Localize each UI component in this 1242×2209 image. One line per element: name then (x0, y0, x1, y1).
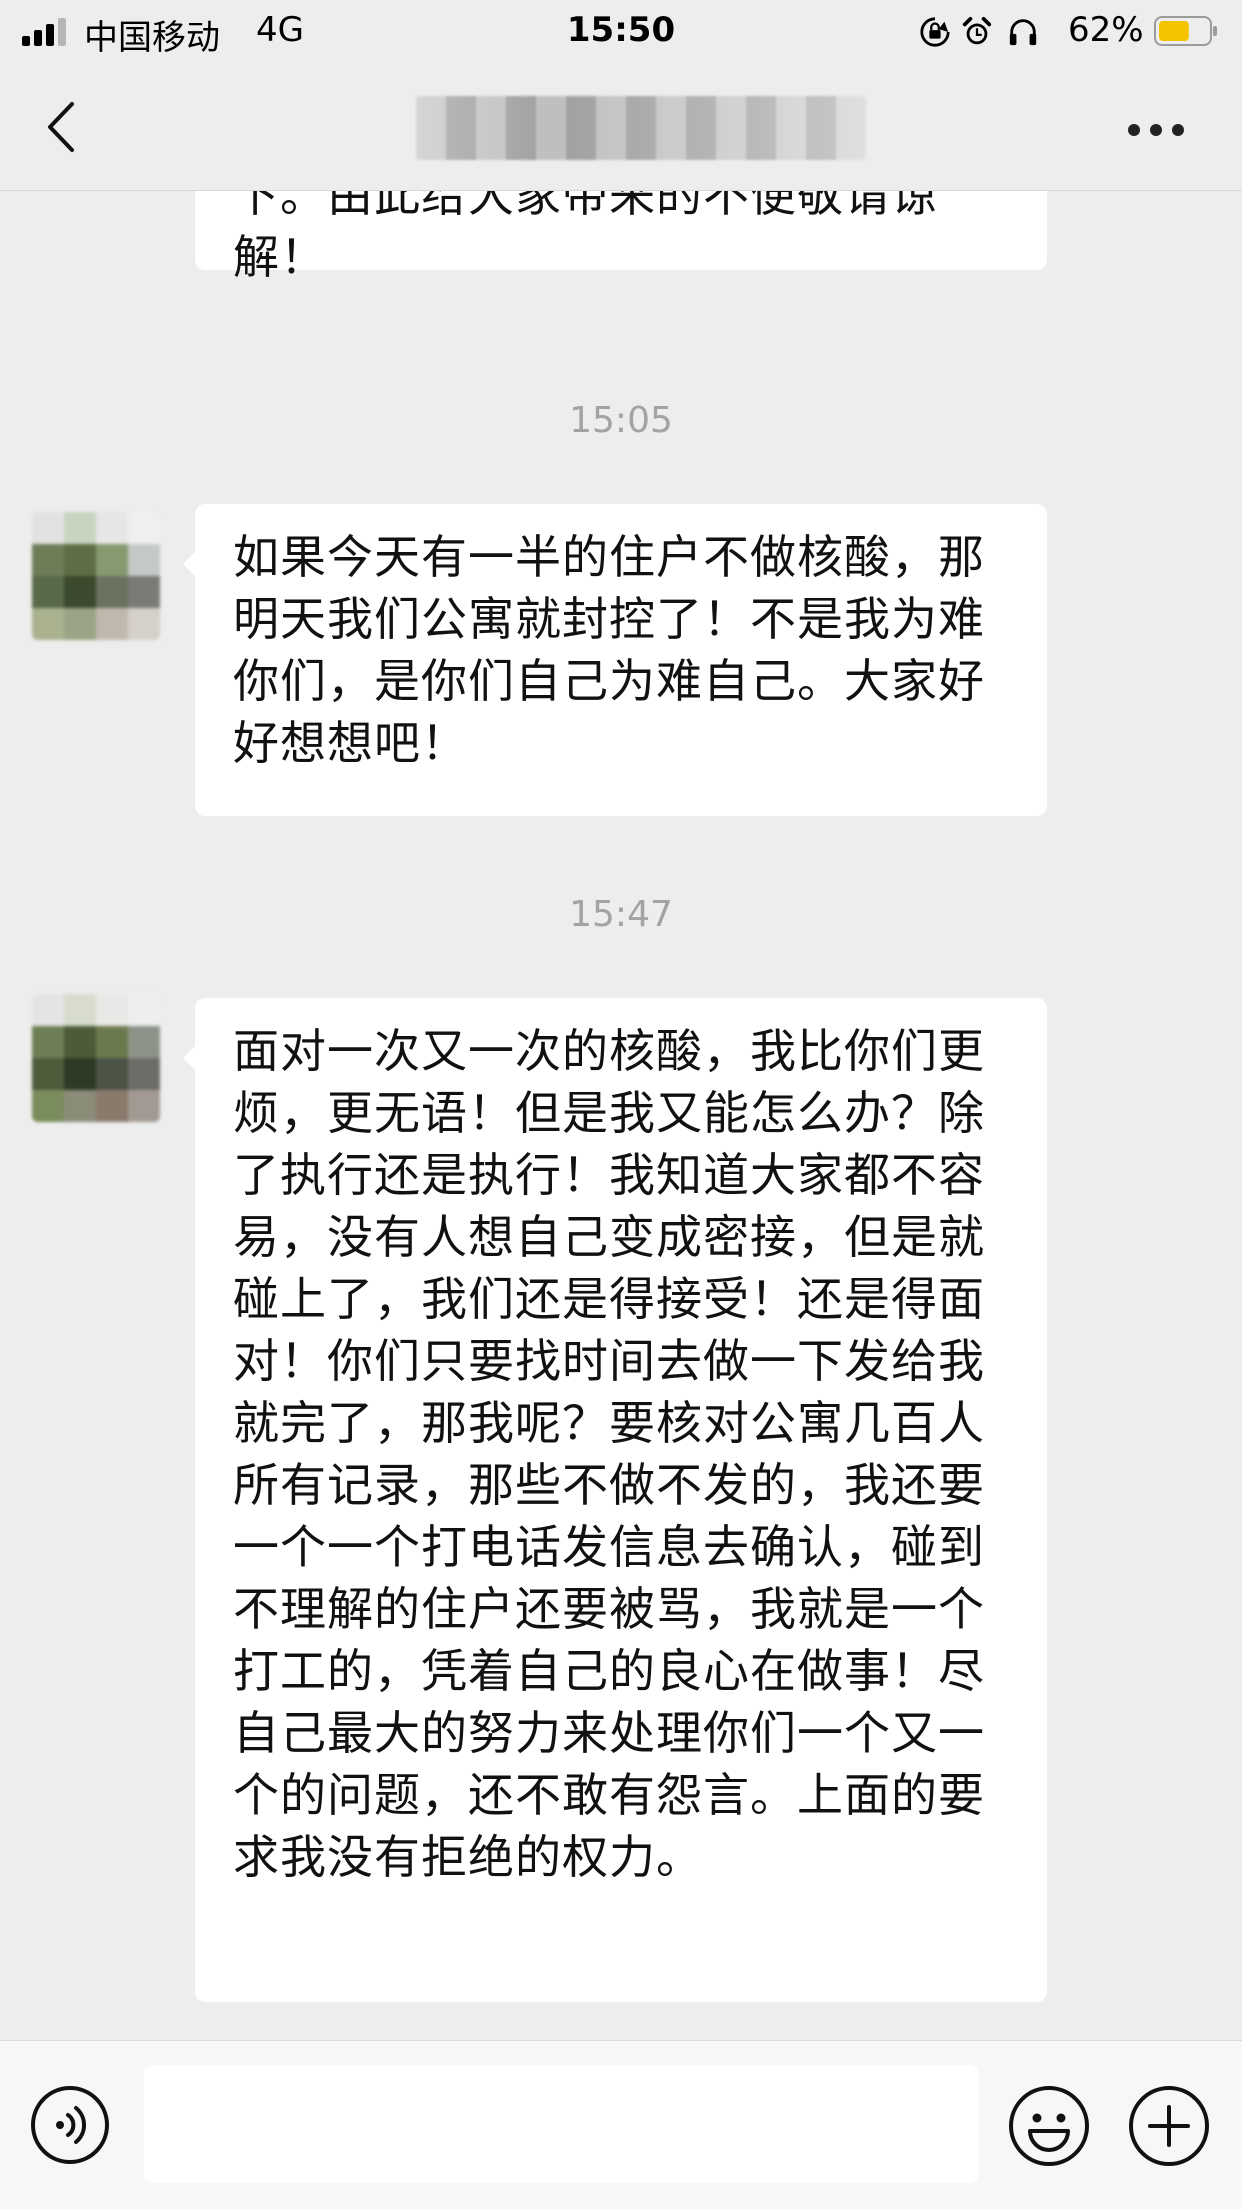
message-list[interactable]: 下。由此给大家带来的不便敬请谅解！ 15:05 如果今天有一半的住户不做核酸，那… (0, 190, 1242, 2040)
input-bar (0, 2040, 1242, 2209)
alarm-icon (962, 16, 992, 45)
status-bar: 中国移动 4G 15:50 62% (0, 0, 1242, 62)
message-text: 如果今天有一半的住户不做核酸，那明天我们公寓就封控了！不是我为难你们，是你们自己… (233, 530, 985, 770)
message-bubble[interactable]: 下。由此给大家带来的不便敬请谅解！ (195, 190, 1047, 284)
status-icons: 62% (918, 10, 1238, 52)
message-text: 面对一次又一次的核酸，我比你们更烦，更无语！但是我又能怎么办？除了执行还是执行！… (233, 1024, 985, 1884)
battery-icon (1154, 16, 1217, 46)
chat-title (416, 96, 866, 160)
nav-bar (0, 62, 1242, 191)
avatar[interactable] (32, 994, 160, 1122)
plus-icon[interactable] (1128, 2085, 1210, 2167)
message-bubble[interactable]: 如果今天有一半的住户不做核酸，那明天我们公寓就封控了！不是我为难你们，是你们自己… (183, 504, 1047, 816)
headphones-icon (1009, 19, 1037, 46)
bubble-tail (183, 1046, 195, 1070)
message-input[interactable] (144, 2065, 978, 2183)
emoji-icon[interactable] (1008, 2085, 1090, 2167)
message-bubble[interactable]: 面对一次又一次的核酸，我比你们更烦，更无语！但是我又能怎么办？除了执行还是执行！… (183, 998, 1047, 2002)
avatar[interactable] (32, 512, 160, 640)
more-dots-icon[interactable] (1128, 118, 1186, 138)
time-separator: 15:05 (569, 400, 673, 441)
battery-percent: 62% (1068, 10, 1144, 50)
back-icon[interactable] (42, 100, 82, 154)
time-separator: 15:47 (569, 894, 673, 935)
bubble-tail (183, 552, 195, 576)
rotation-lock-icon (920, 17, 950, 47)
message-text: 下。由此给大家带来的不便敬请谅解！ (233, 190, 938, 284)
voice-icon[interactable] (30, 2085, 110, 2165)
